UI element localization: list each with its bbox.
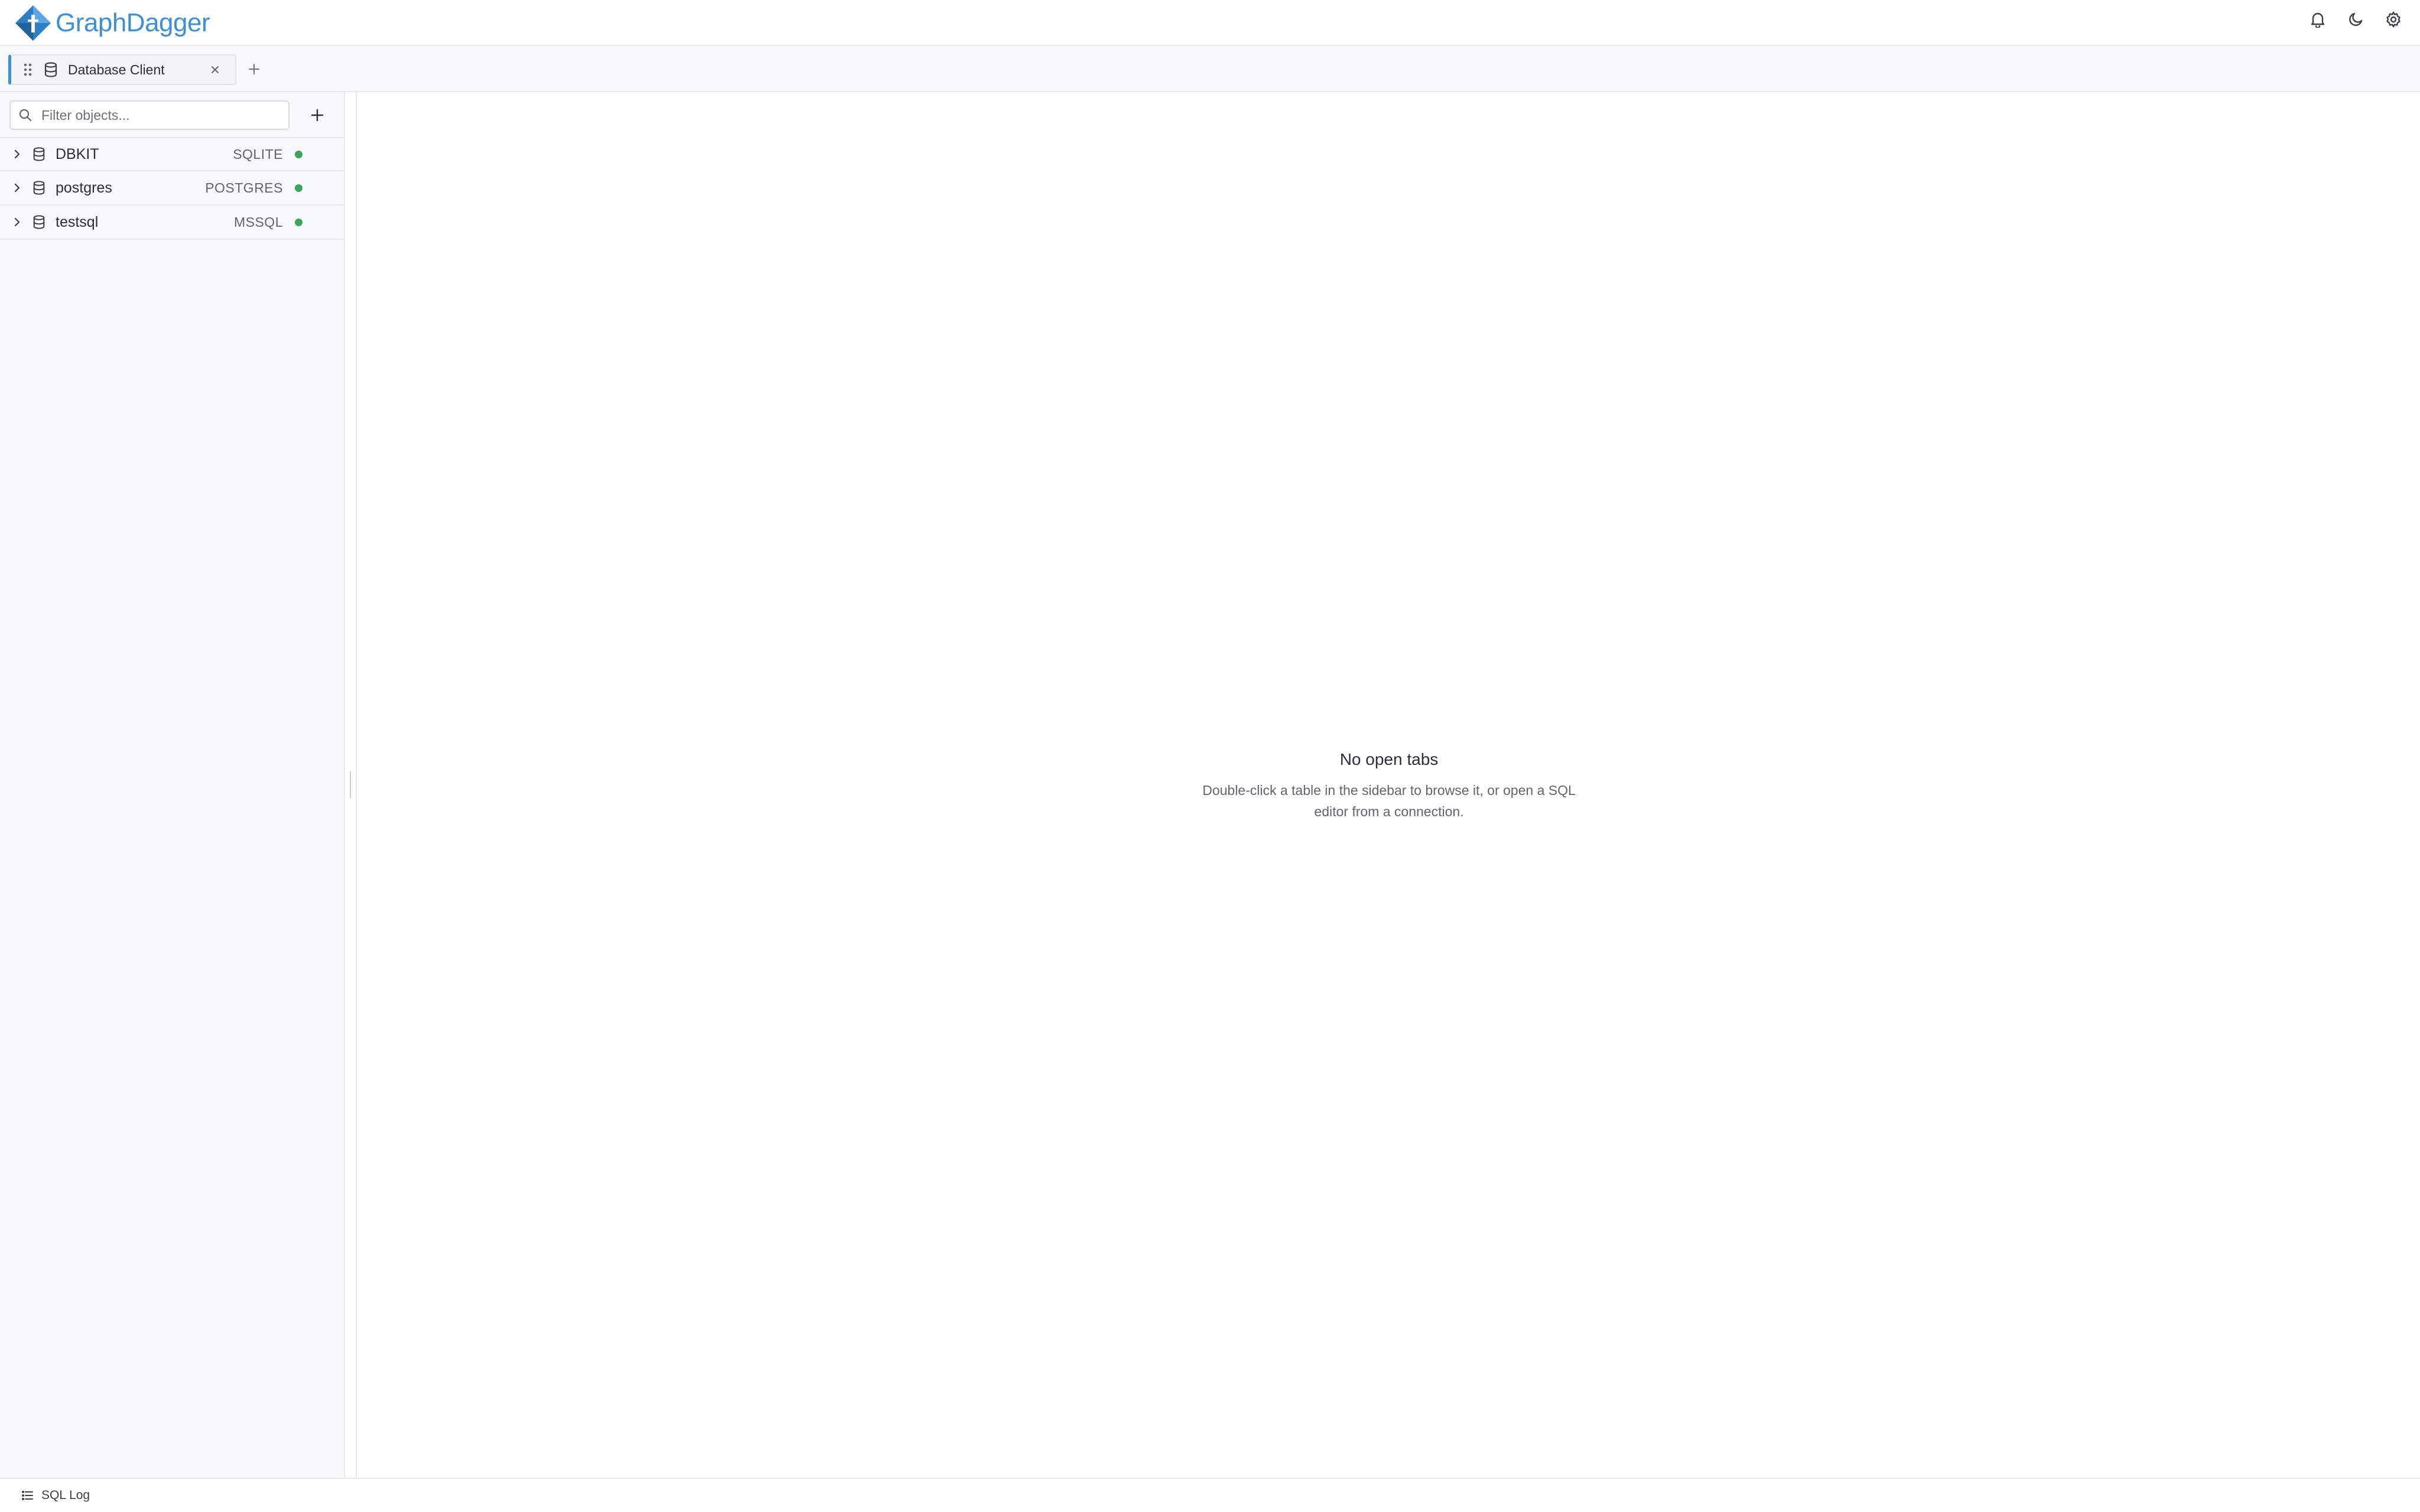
- filter-input[interactable]: [40, 106, 277, 124]
- app-name: GraphDagger: [56, 8, 210, 37]
- connection-type: MSSQL: [233, 214, 283, 230]
- sql-log-toggle[interactable]: SQL Log: [41, 1488, 90, 1503]
- chevron-right-icon[interactable]: [12, 217, 22, 227]
- database-icon: [44, 62, 57, 77]
- gear-icon[interactable]: [2385, 11, 2402, 28]
- connection-list: DBKIT SQLITE postgres POSTGRES testsql M…: [0, 137, 344, 240]
- graphdagger-logo-icon: [15, 5, 51, 41]
- bell-icon[interactable]: [2309, 11, 2327, 28]
- plus-icon: [249, 64, 259, 74]
- empty-state-line-2: editor from a connection.: [1314, 804, 1464, 819]
- empty-state-line-1: Double-click a table in the sidebar to b…: [1202, 783, 1576, 798]
- connection-type: SQLITE: [233, 146, 283, 162]
- sidebar: DBKIT SQLITE postgres POSTGRES: [0, 92, 345, 1478]
- connection-name: DBKIT: [56, 145, 99, 162]
- database-icon: [33, 215, 45, 229]
- connection-type: POSTGRES: [205, 180, 283, 195]
- header-actions: [2309, 11, 2402, 28]
- status-dot: [295, 184, 302, 192]
- status-dot: [295, 150, 302, 158]
- status-bar: SQL Log: [0, 1478, 2420, 1512]
- main-content: No open tabs Double-click a table in the…: [358, 92, 2420, 1478]
- tab-label: Database Client: [68, 61, 165, 77]
- app-header: GraphDagger: [0, 0, 2420, 46]
- resize-grip: [350, 771, 351, 799]
- chevron-right-icon[interactable]: [12, 149, 22, 159]
- filter-box: [9, 100, 290, 130]
- connection-item-testsql[interactable]: testsql MSSQL: [0, 206, 344, 240]
- add-connection-button[interactable]: [307, 105, 327, 125]
- connection-name: postgres: [56, 179, 112, 196]
- new-tab-button[interactable]: [246, 61, 262, 77]
- empty-state: No open tabs Double-click a table in the…: [358, 750, 2420, 822]
- tab-database-client[interactable]: Database Client: [8, 54, 236, 85]
- drag-handle-icon[interactable]: [22, 62, 34, 77]
- plus-icon: [311, 109, 324, 122]
- connection-item-postgres[interactable]: postgres POSTGRES: [0, 171, 344, 206]
- search-icon: [19, 109, 32, 122]
- database-icon: [33, 147, 45, 161]
- chevron-right-icon[interactable]: [12, 183, 22, 193]
- tab-bar: Database Client: [0, 46, 2420, 92]
- sidebar-resize-handle[interactable]: [345, 92, 357, 1478]
- moon-icon[interactable]: [2347, 11, 2364, 28]
- empty-state-description: Double-click a table in the sidebar to b…: [1188, 780, 1590, 822]
- empty-state-title: No open tabs: [1339, 750, 1439, 768]
- list-icon: [22, 1491, 33, 1500]
- connection-name: testsql: [56, 213, 99, 230]
- close-icon[interactable]: [209, 64, 221, 76]
- app-logo[interactable]: GraphDagger: [14, 5, 210, 41]
- status-dot: [295, 218, 302, 226]
- connection-item-dbkit[interactable]: DBKIT SQLITE: [0, 137, 344, 171]
- database-icon: [33, 181, 45, 195]
